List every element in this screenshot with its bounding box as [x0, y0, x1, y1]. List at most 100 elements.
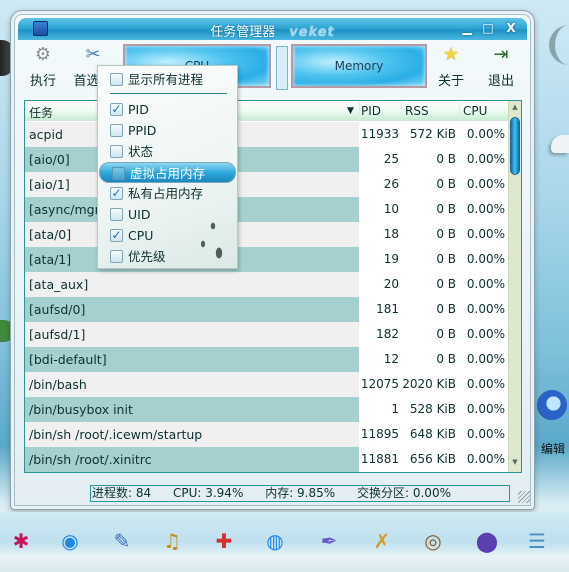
maximize-button[interactable]: □ [480, 21, 496, 35]
status-memory: 内存: 9.85% [265, 486, 336, 500]
column-header-pid[interactable]: PID [361, 104, 381, 118]
table-row[interactable]: /bin/sh /root/.icewm/startup 11895 648 KiB… [25, 422, 509, 447]
table-row[interactable]: /bin/busybox init 1 528 KiB 0.00% [25, 397, 509, 422]
pid-cell: 18 [383, 227, 399, 241]
column-divider[interactable] [401, 102, 402, 120]
column-header-rss[interactable]: RSS [405, 104, 429, 118]
document-editor-icon[interactable]: ✒ [312, 524, 346, 558]
task-name-cell: [aufsd/1] [25, 322, 359, 347]
scroll-up-arrow-icon[interactable]: ▲ [509, 103, 521, 115]
title-bar[interactable]: 任务管理器 veket ▁ □ X [18, 18, 527, 40]
taskbar-dock: ✱ ◉ ✎ ♫ ✚ ◍ ✒ ✗ ◎ ⬤ ☰ [0, 512, 569, 572]
brand-logo: veket [289, 25, 335, 40]
task-editor-icon[interactable]: ✗ [365, 524, 399, 558]
cpu-cell: 0.00% [466, 377, 505, 391]
checkbox[interactable]: ✓ [110, 187, 123, 200]
desktop-edit-label[interactable]: 编辑 [541, 440, 565, 457]
column-divider[interactable] [459, 102, 460, 120]
pid-cell: 12075 [360, 377, 399, 391]
checkbox[interactable]: ✓ [110, 103, 123, 116]
gear-icon: ⚙ [34, 44, 52, 65]
resize-grip[interactable] [518, 491, 530, 503]
quit-button[interactable]: ⇥ 退出 [481, 44, 521, 89]
scrollbar-thumb[interactable] [510, 117, 520, 175]
control-panel-icon[interactable]: ☰ [520, 524, 554, 558]
checkbox[interactable] [110, 124, 123, 137]
rss-cell: 0 B [436, 252, 456, 266]
table-row[interactable]: [aufsd/1] 182 0 B 0.00% [25, 322, 509, 347]
close-button[interactable]: X [503, 21, 519, 35]
table-row[interactable]: [aufsd/0] 181 0 B 0.00% [25, 297, 509, 322]
pid-cell: 11895 [360, 427, 399, 441]
memory-meter-label: Memory [334, 59, 384, 73]
network-icon[interactable]: ✚ [207, 524, 241, 558]
cpu-cell: 0.00% [466, 277, 505, 291]
checkbox[interactable] [110, 208, 123, 221]
menu-item-column-toggle[interactable]: 状态 [98, 141, 237, 162]
status-process-count: 进程数: 84 [92, 486, 152, 500]
about-button[interactable]: ★ 关于 [431, 44, 471, 89]
column-header-task[interactable]: 任务 [29, 104, 53, 121]
task-name-cell: [aufsd/0] [25, 297, 359, 322]
rss-cell: 648 KiB [409, 427, 456, 441]
task-manager-window: 任务管理器 veket ▁ □ X ⚙ 执行 ✂ 首选项 CPU Memory ★… [10, 10, 535, 510]
menu-item-label: CPU [128, 228, 154, 243]
cpu-cell: 0.00% [466, 252, 505, 266]
desktop-wallpaper-bird [551, 135, 569, 153]
sort-descending-icon[interactable]: ▼ [347, 106, 354, 116]
menu-item-column-toggle[interactable]: ✓ CPU [98, 225, 237, 246]
notepad-icon[interactable]: ✎ [105, 524, 139, 558]
column-divider[interactable] [359, 102, 360, 120]
menu-item-label: UID [128, 207, 151, 222]
checkbox[interactable] [110, 73, 123, 86]
minimize-button[interactable]: ▁ [459, 21, 475, 35]
rss-cell: 0 B [436, 327, 456, 341]
rss-cell: 528 KiB [409, 402, 456, 416]
cpu-cell: 0.00% [466, 227, 505, 241]
menu-item-label: 虚拟占用内存 [130, 166, 206, 181]
table-row[interactable]: [ata_aux] 20 0 B 0.00% [25, 272, 509, 297]
execute-button[interactable]: ⚙ 执行 [23, 44, 63, 89]
image-viewer-icon[interactable]: ◎ [416, 524, 450, 558]
window-title-text: 任务管理器 [210, 25, 276, 40]
menu-item-show-all-processes[interactable]: 显示所有进程 [98, 69, 237, 90]
table-row[interactable]: /bin/bash 12075 2020 KiB 0.00% [25, 372, 509, 397]
cpu-cell: 0.00% [466, 202, 505, 216]
disk-manager-icon[interactable]: ⬤ [470, 524, 504, 558]
menu-item-column-toggle[interactable]: UID [98, 204, 237, 225]
pid-cell: 10 [383, 202, 399, 216]
checkbox[interactable] [110, 145, 123, 158]
quit-label: 退出 [487, 74, 514, 89]
music-player-icon[interactable]: ♫ [155, 524, 189, 558]
cpu-cell: 0.00% [466, 327, 505, 341]
pid-cell: 11933 [360, 127, 399, 141]
desktop-edit-icon[interactable] [537, 390, 567, 420]
task-name-cell: /bin/sh /root/.xinitrc [25, 447, 359, 472]
column-header-cpu[interactable]: CPU [463, 104, 487, 118]
menu-item-column-toggle[interactable]: ✓ PID [98, 99, 237, 120]
table-row[interactable]: /bin/sh /root/.xinitrc 11881 656 KiB 0.00% [25, 447, 509, 472]
checkbox[interactable] [112, 167, 125, 180]
menu-item-column-toggle[interactable]: PPID [98, 120, 237, 141]
pid-cell: 11881 [360, 452, 399, 466]
pid-cell: 1 [391, 402, 399, 416]
menu-item-column-toggle[interactable]: 优先级 [98, 246, 237, 267]
menu-item-column-toggle[interactable]: 虚拟占用内存 [99, 162, 236, 183]
cpu-cell: 0.00% [466, 152, 505, 166]
desktop-wallpaper-decoration [549, 25, 569, 65]
chat-icon[interactable]: ◍ [258, 524, 292, 558]
tools-icon: ✂ [85, 44, 101, 65]
menu-item-column-toggle[interactable]: ✓ 私有占用内存 [98, 183, 237, 204]
toolbar: ⚙ 执行 ✂ 首选项 CPU Memory ★ 关于 ⇥ 退出 [18, 40, 527, 96]
checkbox[interactable] [110, 250, 123, 263]
table-row[interactable]: [bdi-default] 12 0 B 0.00% [25, 347, 509, 372]
cpu-cell: 0.00% [466, 402, 505, 416]
display-settings-icon[interactable]: ✱ [4, 524, 38, 558]
checkbox[interactable]: ✓ [110, 229, 123, 242]
status-swap: 交换分区: 0.00% [357, 486, 451, 500]
menu-item-label: 显示所有进程 [128, 72, 204, 87]
scroll-down-arrow-icon[interactable]: ▼ [509, 458, 521, 470]
vertical-scrollbar[interactable]: ▲ ▼ [508, 101, 521, 472]
browser-icon[interactable]: ◉ [53, 524, 87, 558]
execute-label: 执行 [29, 74, 56, 89]
